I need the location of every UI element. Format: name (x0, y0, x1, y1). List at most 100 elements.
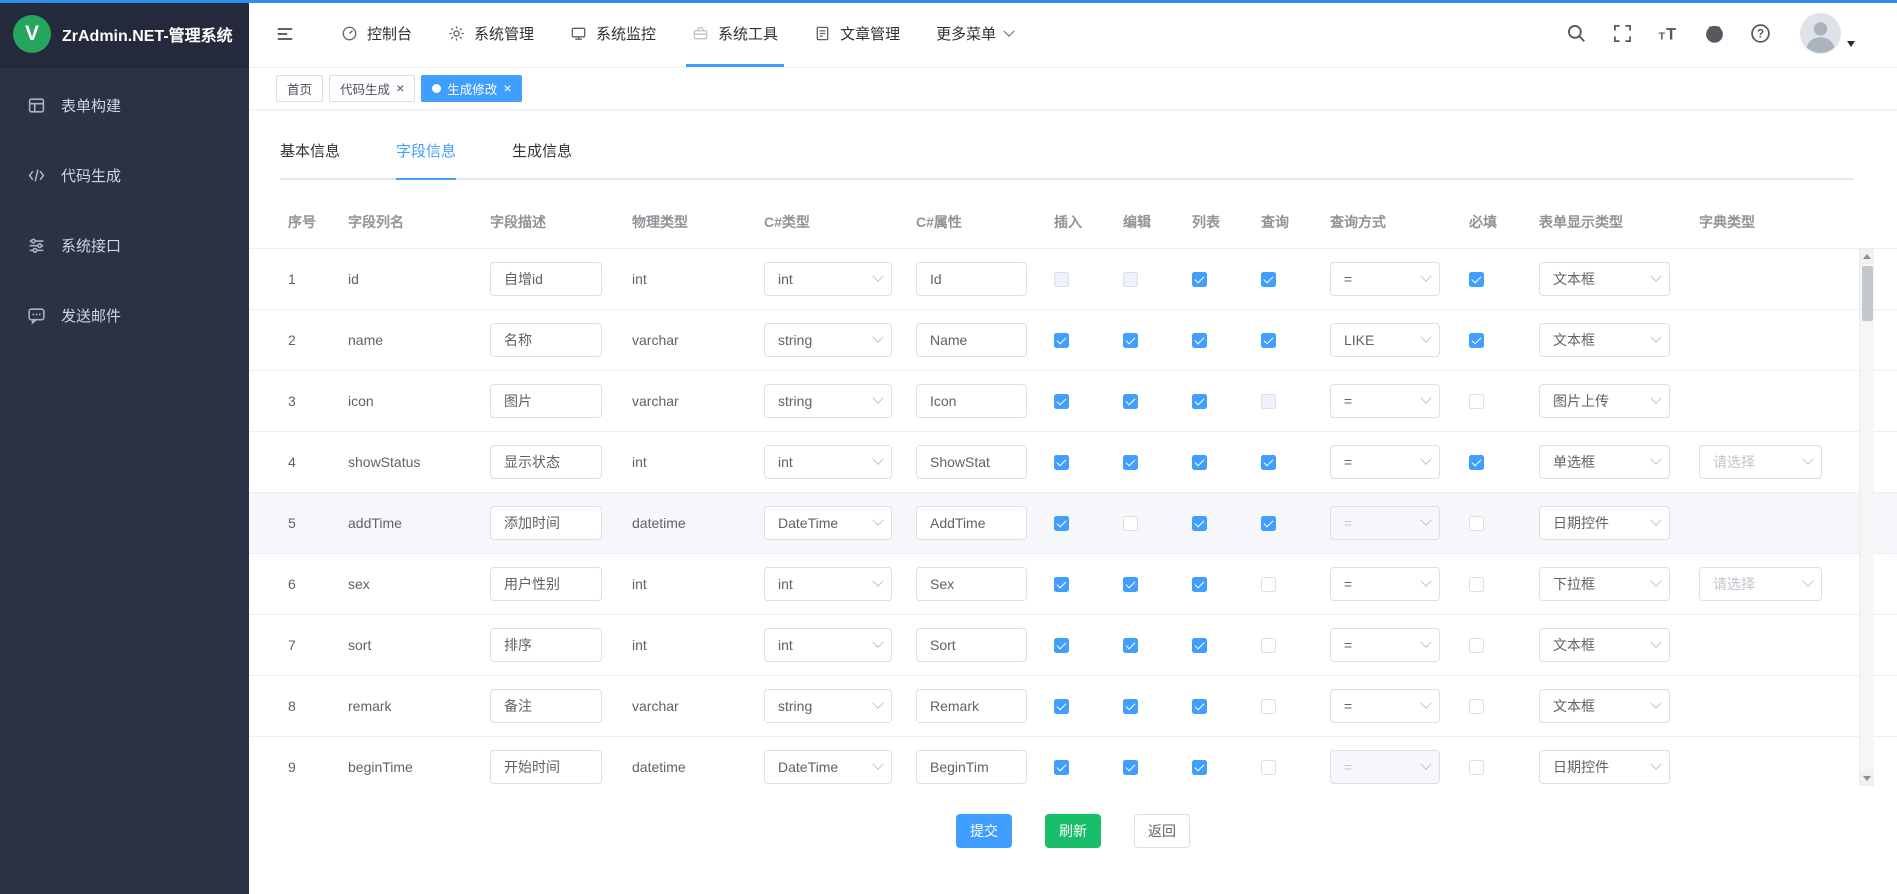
insert-checkbox[interactable] (1054, 394, 1069, 409)
csharp-type-select[interactable]: string (764, 384, 892, 418)
csharp-property-input[interactable] (916, 262, 1027, 296)
edit-checkbox[interactable] (1123, 516, 1138, 531)
display-type-select[interactable]: 下拉框 (1539, 567, 1670, 601)
tab-basic-info[interactable]: 基本信息 (280, 140, 340, 178)
required-checkbox[interactable] (1469, 455, 1484, 470)
fullscreen-icon[interactable] (1612, 23, 1633, 44)
list-checkbox[interactable] (1192, 699, 1207, 714)
nav-item-article-manage[interactable]: 文章管理 (796, 0, 918, 67)
query-mode-select[interactable]: = (1330, 628, 1440, 662)
list-checkbox[interactable] (1192, 577, 1207, 592)
field-description-input[interactable] (490, 567, 602, 601)
insert-checkbox[interactable] (1054, 760, 1069, 775)
required-checkbox[interactable] (1469, 577, 1484, 592)
insert-checkbox[interactable] (1054, 577, 1069, 592)
user-menu[interactable] (1800, 13, 1855, 54)
csharp-property-input[interactable] (916, 445, 1027, 479)
dict-type-select[interactable]: 请选择 (1699, 445, 1822, 479)
close-icon[interactable] (396, 81, 404, 96)
required-checkbox[interactable] (1469, 333, 1484, 348)
list-checkbox[interactable] (1192, 760, 1207, 775)
edit-checkbox[interactable] (1123, 333, 1138, 348)
edit-checkbox[interactable] (1123, 455, 1138, 470)
submit-button[interactable]: 提交 (956, 814, 1012, 848)
list-checkbox[interactable] (1192, 516, 1207, 531)
query-checkbox[interactable] (1261, 699, 1276, 714)
display-type-select[interactable]: 日期控件 (1539, 750, 1670, 784)
sidebar-item-code-generate[interactable]: 代码生成 (0, 140, 249, 210)
nav-item-system-manage[interactable]: 系统管理 (430, 0, 552, 67)
field-description-input[interactable] (490, 750, 602, 784)
csharp-property-input[interactable] (916, 384, 1027, 418)
font-size-icon[interactable]: TT (1658, 23, 1679, 44)
tab-generate-info[interactable]: 生成信息 (512, 140, 572, 178)
csharp-type-select[interactable]: int (764, 628, 892, 662)
edit-checkbox[interactable] (1123, 699, 1138, 714)
required-checkbox[interactable] (1469, 760, 1484, 775)
required-checkbox[interactable] (1469, 516, 1484, 531)
field-description-input[interactable] (490, 506, 602, 540)
display-type-select[interactable]: 文本框 (1539, 689, 1670, 723)
nav-item-console[interactable]: 控制台 (323, 0, 430, 67)
insert-checkbox[interactable] (1054, 455, 1069, 470)
list-checkbox[interactable] (1192, 272, 1207, 287)
query-checkbox[interactable] (1261, 272, 1276, 287)
query-checkbox[interactable] (1261, 455, 1276, 470)
close-icon[interactable] (503, 81, 511, 96)
csharp-type-select[interactable]: DateTime (764, 506, 892, 540)
scroll-down-arrow[interactable] (1860, 771, 1874, 786)
query-checkbox[interactable] (1261, 638, 1276, 653)
display-type-select[interactable]: 文本框 (1539, 323, 1670, 357)
nav-item-system-tools[interactable]: 系统工具 (674, 0, 796, 67)
field-description-input[interactable] (490, 628, 602, 662)
list-checkbox[interactable] (1192, 394, 1207, 409)
csharp-type-select[interactable]: int (764, 445, 892, 479)
query-mode-select[interactable]: = (1330, 262, 1440, 296)
csharp-property-input[interactable] (916, 323, 1027, 357)
query-mode-select[interactable]: = (1330, 689, 1440, 723)
refresh-button[interactable]: 刷新 (1045, 814, 1101, 848)
csharp-type-select[interactable]: string (764, 689, 892, 723)
insert-checkbox[interactable] (1054, 638, 1069, 653)
query-mode-select[interactable]: LIKE (1330, 323, 1440, 357)
edit-checkbox[interactable] (1123, 638, 1138, 653)
collapse-menu-icon[interactable] (275, 24, 295, 44)
edit-checkbox[interactable] (1123, 760, 1138, 775)
field-description-input[interactable] (490, 262, 602, 296)
display-type-select[interactable]: 单选框 (1539, 445, 1670, 479)
display-type-select[interactable]: 图片上传 (1539, 384, 1670, 418)
nav-item-more-menu[interactable]: 更多菜单 (918, 0, 1031, 67)
query-checkbox[interactable] (1261, 333, 1276, 348)
required-checkbox[interactable] (1469, 394, 1484, 409)
csharp-type-select[interactable]: int (764, 262, 892, 296)
help-icon[interactable]: ? (1750, 23, 1771, 44)
display-type-select[interactable]: 文本框 (1539, 628, 1670, 662)
tag-generate-edit[interactable]: 生成修改 (421, 75, 522, 102)
scroll-up-arrow[interactable] (1860, 249, 1874, 264)
tag-code-generate[interactable]: 代码生成 (329, 75, 415, 102)
scrollbar-thumb[interactable] (1862, 266, 1873, 321)
required-checkbox[interactable] (1469, 699, 1484, 714)
tab-field-info[interactable]: 字段信息 (396, 140, 456, 178)
edit-checkbox[interactable] (1123, 577, 1138, 592)
csharp-type-select[interactable]: int (764, 567, 892, 601)
tag-home[interactable]: 首页 (276, 75, 323, 102)
csharp-type-select[interactable]: DateTime (764, 750, 892, 784)
nav-item-system-monitor[interactable]: 系统监控 (552, 0, 674, 67)
csharp-property-input[interactable] (916, 567, 1027, 601)
display-type-select[interactable]: 文本框 (1539, 262, 1670, 296)
list-checkbox[interactable] (1192, 333, 1207, 348)
dict-type-select[interactable]: 请选择 (1699, 567, 1822, 601)
required-checkbox[interactable] (1469, 272, 1484, 287)
query-mode-select[interactable]: = (1330, 384, 1440, 418)
csharp-property-input[interactable] (916, 750, 1027, 784)
csharp-type-select[interactable]: string (764, 323, 892, 357)
required-checkbox[interactable] (1469, 638, 1484, 653)
sidebar-item-send-mail[interactable]: 发送邮件 (0, 280, 249, 350)
edit-checkbox[interactable] (1123, 394, 1138, 409)
field-description-input[interactable] (490, 445, 602, 479)
insert-checkbox[interactable] (1054, 516, 1069, 531)
list-checkbox[interactable] (1192, 638, 1207, 653)
back-button[interactable]: 返回 (1134, 814, 1190, 848)
query-mode-select[interactable]: = (1330, 567, 1440, 601)
